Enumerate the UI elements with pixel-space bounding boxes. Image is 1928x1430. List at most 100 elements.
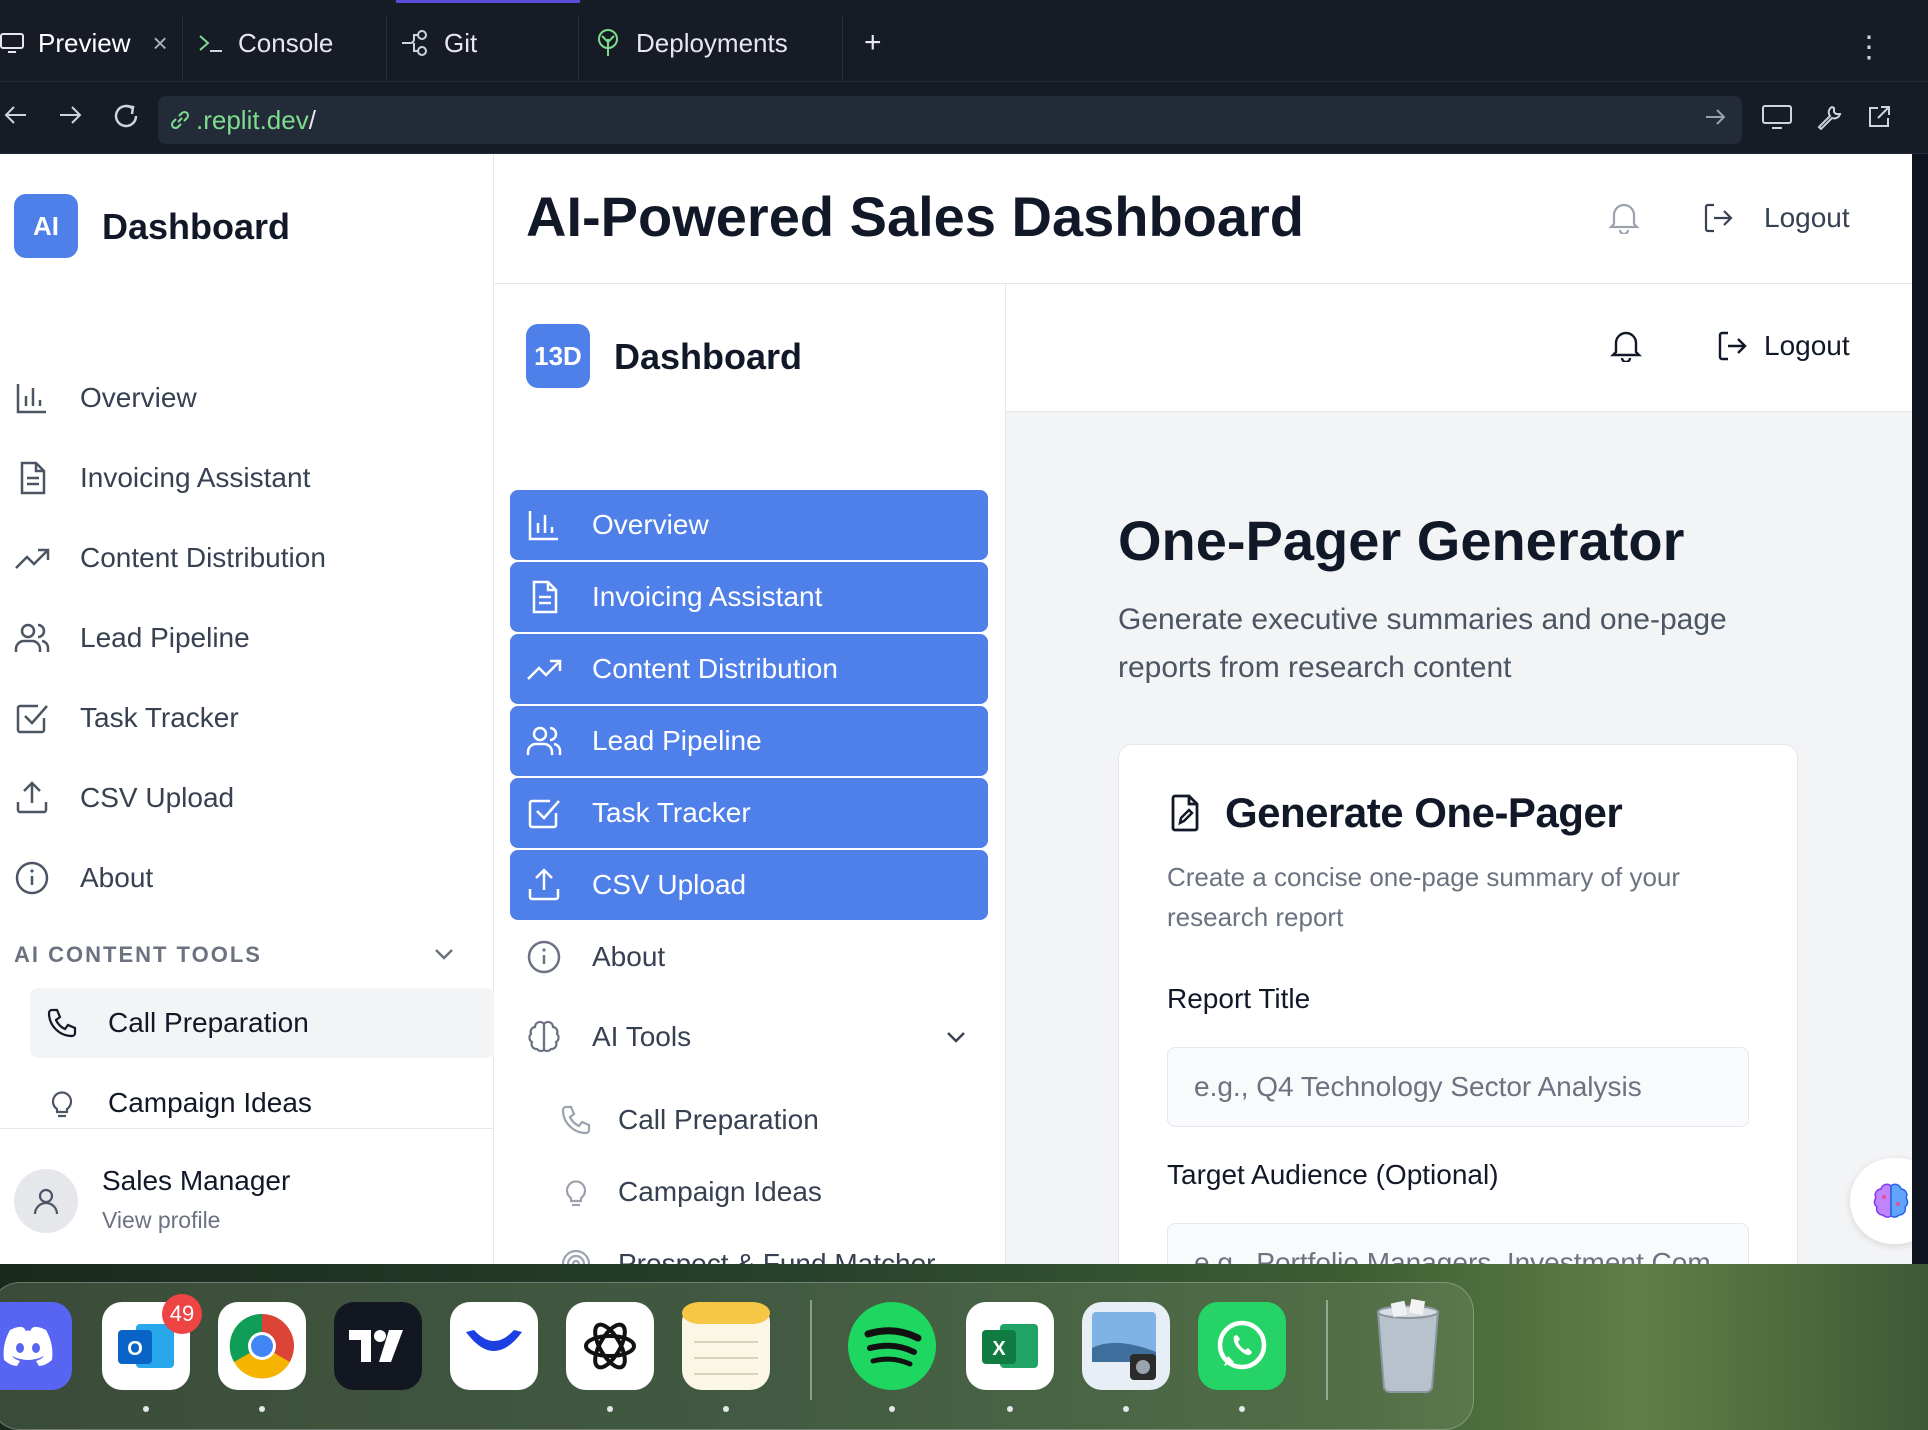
page-description: Generate executive summaries and one-pag… — [1118, 603, 1727, 684]
logout-icon[interactable] — [1702, 202, 1734, 234]
device-view-icon[interactable] — [1762, 104, 1792, 137]
sidebar-item-invoicing[interactable]: Invoicing Assistant — [14, 460, 310, 496]
dock-whatsapp-icon[interactable] — [1198, 1302, 1286, 1390]
app-viewport: AI Dashboard Overview Invoicing Assistan… — [0, 154, 1912, 1264]
card-title-text: Generate One-Pager — [1225, 789, 1623, 836]
check-square-icon — [528, 799, 560, 829]
new-tab-button[interactable]: + — [864, 14, 882, 72]
sidebar-item-content-distribution[interactable]: Content Distribution — [510, 634, 988, 704]
sidebar-item-about[interactable]: About — [510, 922, 988, 992]
sidebar-item-lead-pipeline[interactable]: Lead Pipeline — [510, 706, 988, 776]
tab-console[interactable]: Console — [198, 14, 333, 72]
audience-input[interactable] — [1167, 1223, 1749, 1264]
link-icon — [168, 108, 192, 132]
outer-sidebar: AI Dashboard Overview Invoicing Assistan… — [0, 154, 494, 1264]
sidebar-subitem-prospect-fund-matcher[interactable]: Prospect & Fund Matcher — [560, 1234, 935, 1264]
inner-sidebar: 13D Dashboard Overview Invoicing Assista… — [494, 284, 1006, 1264]
sidebar-item-task-tracker[interactable]: Task Tracker — [510, 778, 988, 848]
logout-icon[interactable] — [1716, 330, 1748, 362]
dock-trash-icon[interactable] — [1364, 1298, 1452, 1393]
lightbulb-icon — [51, 1091, 73, 1118]
monitor-icon — [0, 32, 24, 54]
close-icon[interactable]: × — [152, 28, 167, 59]
inner-header: Logout — [1006, 284, 1912, 412]
deployments-icon — [594, 28, 622, 58]
logout-button[interactable]: Logout — [1764, 202, 1850, 234]
devtools-wrench-icon[interactable] — [1816, 104, 1842, 137]
dock-excel-icon[interactable]: X — [966, 1302, 1054, 1390]
dock-discord-icon[interactable] — [0, 1302, 72, 1390]
sidebar-item-label: Task Tracker — [592, 797, 751, 828]
page-heading: One-Pager Generator — [1118, 509, 1685, 572]
bell-icon[interactable] — [1608, 200, 1640, 234]
dock-chatgpt-icon[interactable] — [566, 1302, 654, 1390]
sidebar-subitem-label: Campaign Ideas — [108, 1087, 312, 1118]
more-options-icon[interactable]: ⋮ — [1854, 30, 1884, 65]
sidebar-subitem-campaign-ideas[interactable]: Campaign Ideas — [560, 1162, 822, 1222]
tab-divider — [578, 16, 579, 80]
sidebar-group-ai-tools[interactable]: AI Tools — [510, 1002, 988, 1072]
sidebar-item-content-distribution[interactable]: Content Distribution — [14, 540, 326, 576]
logout-button[interactable]: Logout — [1764, 330, 1850, 362]
git-branch-icon — [400, 29, 430, 57]
sidebar-item-overview[interactable]: Overview — [510, 490, 988, 560]
dock-running-indicator — [143, 1406, 149, 1412]
dock-tradingview-icon[interactable] — [334, 1302, 422, 1390]
sidebar-item-label: CSV Upload — [592, 869, 747, 900]
tab-label: Deployments — [636, 27, 788, 58]
sidebar-item-label: Task Tracker — [80, 702, 239, 733]
dock-running-indicator — [1123, 1406, 1129, 1412]
sidebar-subitem-call-preparation[interactable]: Call Preparation — [560, 1090, 819, 1150]
sidebar-item-label: CSV Upload — [80, 782, 235, 813]
dock-notes-icon[interactable] — [682, 1302, 770, 1390]
chevron-down-icon[interactable] — [432, 942, 456, 966]
outlook-badge: 49 — [162, 1294, 202, 1334]
sidebar-subitem-label: Prospect & Fund Matcher — [618, 1248, 936, 1264]
card-title: Generate One-Pager — [1167, 789, 1623, 837]
phone-icon — [47, 1008, 77, 1038]
user-footer[interactable]: Sales Manager View profile — [0, 1128, 494, 1264]
forward-icon[interactable] — [58, 102, 82, 134]
tab-git[interactable]: Git — [400, 14, 477, 72]
document-icon — [532, 580, 558, 614]
section-heading-ai-content-tools: AI CONTENT TOOLS — [14, 942, 262, 967]
tab-deployments[interactable]: Deployments — [594, 14, 788, 72]
sidebar-item-label: Lead Pipeline — [80, 622, 250, 653]
sidebar-subitem-call-preparation[interactable]: Call Preparation — [30, 988, 494, 1058]
sidebar-item-overview[interactable]: Overview — [14, 380, 197, 416]
dock-quicklaunch-icon[interactable] — [450, 1302, 538, 1390]
avatar[interactable] — [14, 1169, 78, 1233]
bar-chart-icon — [16, 384, 46, 414]
sidebar-item-label: Invoicing Assistant — [592, 581, 823, 612]
open-external-icon[interactable] — [1866, 104, 1892, 137]
sidebar-item-invoicing[interactable]: Invoicing Assistant — [510, 562, 988, 632]
user-name: Sales Manager — [102, 1165, 291, 1196]
chevron-down-icon[interactable] — [944, 1025, 968, 1049]
dock-preview-icon[interactable] — [1082, 1302, 1170, 1390]
sidebar-item-task-tracker[interactable]: Task Tracker — [14, 700, 239, 736]
url-input[interactable]: .replit.dev / — [158, 96, 1742, 144]
sidebar-item-csv-upload[interactable]: CSV Upload — [14, 780, 234, 816]
sidebar-item-label: AI Tools — [592, 1021, 692, 1052]
active-indicator — [396, 0, 580, 3]
dock-running-indicator — [1007, 1406, 1013, 1412]
report-title-input[interactable] — [1167, 1047, 1749, 1127]
dock-spotify-icon[interactable] — [848, 1302, 936, 1390]
dock-chrome-icon[interactable] — [218, 1302, 306, 1390]
sidebar-item-lead-pipeline[interactable]: Lead Pipeline — [14, 620, 250, 656]
reload-icon[interactable] — [112, 102, 140, 137]
go-icon[interactable] — [1704, 106, 1726, 135]
sidebar-subitem-label: Campaign Ideas — [618, 1176, 822, 1207]
sidebar-item-csv-upload[interactable]: CSV Upload — [510, 850, 988, 920]
tab-preview[interactable]: Preview × — [0, 14, 168, 72]
bell-icon[interactable] — [1610, 328, 1642, 362]
back-icon[interactable] — [4, 102, 28, 134]
sidebar-item-label: Overview — [80, 382, 197, 413]
sidebar-item-about[interactable]: About — [14, 860, 153, 896]
app-logo: AI — [14, 194, 78, 258]
trending-up-icon — [527, 659, 562, 680]
target-icon — [561, 1249, 591, 1264]
file-edit-icon — [1171, 794, 1199, 832]
sidebar-item-label: About — [80, 862, 154, 893]
view-profile-link[interactable]: View profile — [102, 1207, 220, 1234]
